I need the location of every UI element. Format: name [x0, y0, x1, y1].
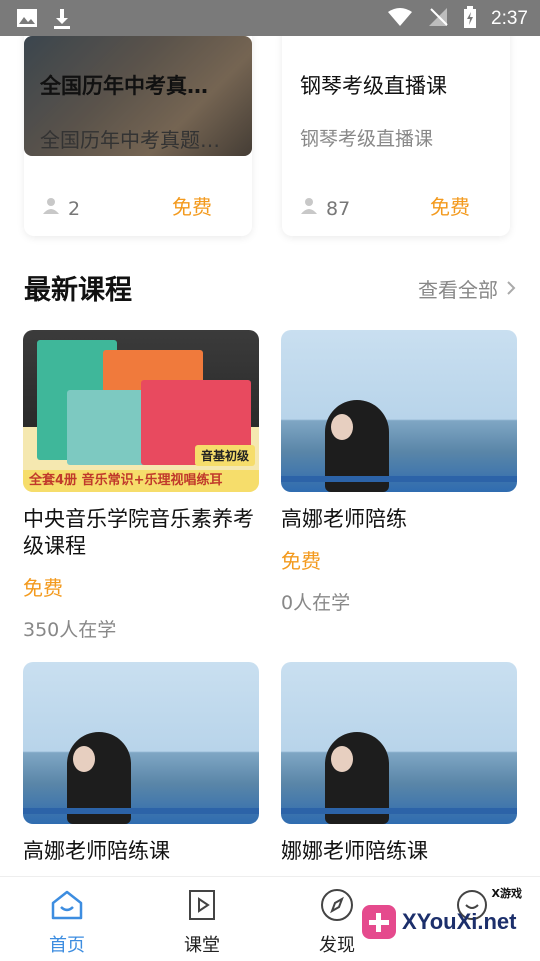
- course-cover-image: [23, 662, 259, 824]
- course-item[interactable]: 娜娜老师陪练课: [281, 662, 517, 865]
- course-item[interactable]: 高娜老师陪练课: [23, 662, 259, 865]
- learner-count: 2: [68, 197, 81, 220]
- course-price: 免费: [281, 549, 321, 573]
- course-name: 高娜老师陪练: [281, 507, 407, 531]
- tab-classroom-label: 课堂: [184, 935, 220, 956]
- course-name: 娜娜老师陪练课: [281, 839, 428, 863]
- cover-tag: 音基初级: [194, 445, 255, 466]
- card-title: 钢琴考级直播课: [300, 74, 447, 98]
- see-all-label: 查看全部: [418, 278, 498, 302]
- user-icon: [300, 197, 318, 220]
- user-icon: [42, 197, 60, 220]
- course-card-prev-1[interactable]: 全国历年中考真… 全国历年中考真题… 2 免费: [24, 36, 252, 236]
- card-subtitle: 钢琴考级直播课: [300, 128, 434, 150]
- course-learners: 350人在学: [23, 619, 117, 641]
- play-book-icon: [184, 887, 220, 923]
- learner-count: 87: [326, 197, 351, 220]
- course-card-prev-2[interactable]: 钢琴考级直播课 钢琴考级直播课 87 免费: [282, 36, 510, 236]
- gamepad-logo-icon: [362, 905, 396, 939]
- card-title: 全国历年中考真…: [40, 74, 208, 98]
- price-label: 免费: [430, 195, 470, 219]
- course-cover-image: [281, 662, 517, 824]
- course-learners: 0人在学: [281, 592, 351, 614]
- tab-home-label: 首页: [49, 935, 85, 956]
- section-title: 最新课程: [24, 275, 132, 306]
- wifi-icon: [387, 7, 413, 31]
- course-cover-image: 音基初级 全套4册 音乐常识+乐理视唱练耳: [23, 330, 259, 492]
- compass-icon: [319, 887, 355, 923]
- card-subtitle: 全国历年中考真题…: [40, 128, 220, 152]
- latest-courses-header: 最新课程 查看全部: [24, 268, 516, 308]
- battery-charging-icon: [463, 6, 477, 32]
- watermark-brand: XYouXi.net: [402, 909, 517, 934]
- watermark: XYouXi.net X游戏: [362, 887, 532, 947]
- course-name: 高娜老师陪练课: [23, 839, 170, 863]
- home-icon: [49, 887, 85, 923]
- course-item[interactable]: 高娜老师陪练 免费 0人在学: [281, 330, 517, 615]
- course-cover-image: [281, 330, 517, 492]
- course-name: 中央音乐学院音乐素养考级课程: [23, 507, 254, 558]
- course-price: 免费: [23, 576, 63, 600]
- bottom-tab-bar: 首页 课堂 发现 XYouXi.net X游戏: [0, 876, 540, 961]
- price-label: 免费: [172, 195, 212, 219]
- no-signal-icon: [427, 7, 449, 31]
- cover-banner: 全套4册 音乐常识+乐理视唱练耳: [23, 470, 259, 492]
- status-bar: 2:37: [0, 0, 540, 36]
- see-all-link[interactable]: 查看全部: [418, 274, 516, 303]
- download-icon: [52, 8, 72, 34]
- image-icon: [16, 8, 38, 34]
- course-item[interactable]: 音基初级 全套4册 音乐常识+乐理视唱练耳 中央音乐学院音乐素养考级课程 免费 …: [23, 330, 259, 642]
- tab-classroom[interactable]: 课堂: [162, 887, 242, 957]
- clock: 2:37: [491, 8, 528, 29]
- chevron-right-icon: [506, 277, 516, 301]
- main-content[interactable]: 全国历年中考真… 全国历年中考真题… 2 免费 钢琴考级直播课 钢琴考级直播课 …: [0, 36, 540, 876]
- watermark-small: X游戏: [491, 887, 522, 900]
- tab-home[interactable]: 首页: [27, 887, 107, 957]
